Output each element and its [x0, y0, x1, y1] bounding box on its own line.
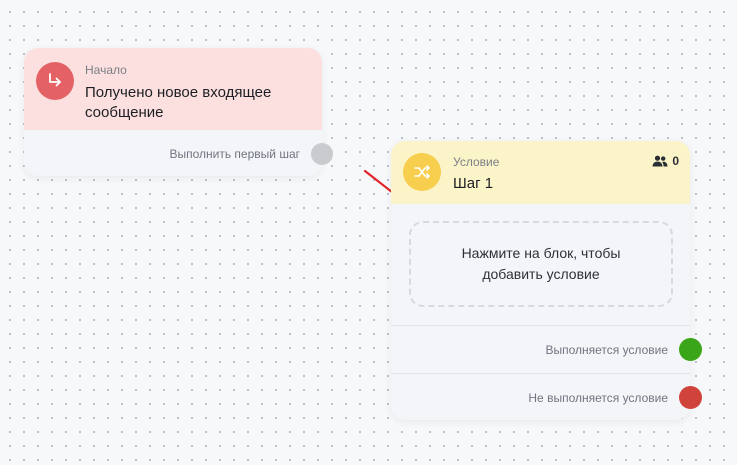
users-count: 0	[672, 154, 679, 168]
start-node[interactable]: Начало Получено новое входящее сообщение…	[24, 48, 322, 176]
divider	[391, 325, 690, 326]
condition-node[interactable]: Условие Шаг 1 0 Нажмите на блок, чтобы д…	[391, 141, 690, 420]
condition-false-label: Не выполняется условие	[528, 391, 668, 405]
condition-node-header: Условие Шаг 1 0	[391, 141, 690, 204]
start-output-port[interactable]	[311, 143, 333, 165]
condition-node-type: Условие	[453, 155, 500, 169]
start-node-title: Получено новое входящее сообщение	[85, 84, 272, 121]
start-output-label: Выполнить первый шаг	[169, 147, 300, 161]
start-node-header: Начало Получено новое входящее сообщение	[24, 48, 322, 130]
condition-true-port[interactable]	[679, 338, 702, 361]
condition-node-title: Шаг 1	[453, 175, 494, 192]
condition-true-label: Выполняется условие	[545, 343, 668, 357]
start-node-type: Начало	[85, 63, 127, 77]
condition-false-port[interactable]	[679, 386, 702, 409]
entry-arrow-icon	[36, 62, 74, 100]
add-condition-dropzone[interactable]: Нажмите на блок, чтобы добавить условие	[409, 221, 673, 307]
shuffle-icon	[403, 153, 441, 191]
users-icon	[652, 155, 668, 167]
divider	[391, 373, 690, 374]
users-counter: 0	[652, 154, 679, 168]
